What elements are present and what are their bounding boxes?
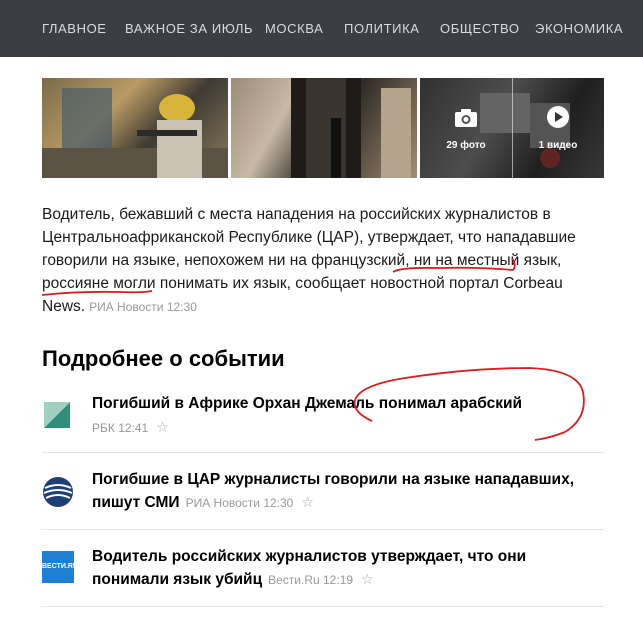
lead-source[interactable]: РИА Новости 12:30	[89, 300, 197, 314]
related-source-1: РБК 12:41	[92, 421, 149, 435]
related-item-vesti[interactable]: ВЕСТИ.RU Водитель российских журналистов…	[42, 545, 604, 595]
related-title-3[interactable]: Водитель российских журналистов утвержда…	[92, 545, 592, 592]
nav-item-society[interactable]: ОБЩЕСТВО	[440, 21, 520, 36]
news-photo-2[interactable]	[231, 78, 417, 178]
photo-gallery-button[interactable]: 29 фото	[420, 78, 512, 178]
nav-item-main[interactable]: ГЛАВНОЕ	[42, 21, 107, 36]
section-title: Подробнее о событии	[42, 346, 285, 371]
related-title-2[interactable]: Погибшие в ЦАР журналисты говорили на яз…	[92, 468, 592, 515]
related-meta-1: РБК 12:41 ☆	[92, 419, 169, 436]
lead-word-local-language: местный язык	[456, 252, 558, 269]
video-button[interactable]: 1 видео	[512, 78, 604, 178]
news-photo-1[interactable]	[42, 78, 228, 178]
article-lead: Водитель, бежавший с места нападения на …	[42, 203, 602, 319]
nav-item-moscow[interactable]: МОСКВА	[265, 21, 323, 36]
play-icon	[547, 106, 569, 128]
camera-icon	[455, 109, 477, 127]
favorite-star-icon[interactable]: ☆	[361, 571, 374, 587]
video-count-label: 1 видео	[538, 140, 578, 151]
rbc-logo-icon	[44, 402, 70, 428]
related-source-3: Вести.Ru 12:19	[268, 573, 354, 587]
divider	[42, 452, 604, 453]
divider	[42, 606, 604, 607]
ria-logo-icon	[43, 477, 73, 507]
vesti-logo-icon: ВЕСТИ.RU	[42, 551, 78, 583]
nav-item-important-july[interactable]: ВАЖНОЕ ЗА ИЮЛЬ	[125, 21, 253, 36]
favorite-star-icon[interactable]: ☆	[301, 494, 314, 510]
media-gallery-tile: 29 фото 1 видео	[420, 78, 604, 178]
related-title-2-text[interactable]: Погибшие в ЦАР журналисты говорили на яз…	[92, 471, 574, 511]
related-source-2: РИА Новости 12:30	[185, 496, 294, 510]
nav-item-economy[interactable]: ЭКОНОМИКА	[535, 21, 623, 36]
related-item-ria[interactable]: Погибшие в ЦАР журналисты говорили на яз…	[42, 468, 604, 518]
favorite-star-icon[interactable]: ☆	[156, 419, 169, 435]
photo-soldier-illustration	[291, 78, 411, 178]
related-title-1[interactable]: Погибший в Африке Орхан Джемаль понимал …	[92, 392, 592, 415]
lead-text-part-2: , ни на	[405, 252, 457, 269]
nav-item-politics[interactable]: ПОЛИТИКА	[344, 21, 420, 36]
photo-armed-men-illustration	[42, 88, 228, 178]
top-navigation: ГЛАВНОЕ ВАЖНОЕ ЗА ИЮЛЬ МОСКВА ПОЛИТИКА О…	[0, 0, 643, 57]
related-item-rbc[interactable]: Погибший в Африке Орхан Джемаль понимал …	[42, 392, 604, 442]
divider	[42, 529, 604, 530]
photo-count-label: 29 фото	[446, 140, 486, 151]
lead-word-french: французский	[311, 252, 406, 269]
